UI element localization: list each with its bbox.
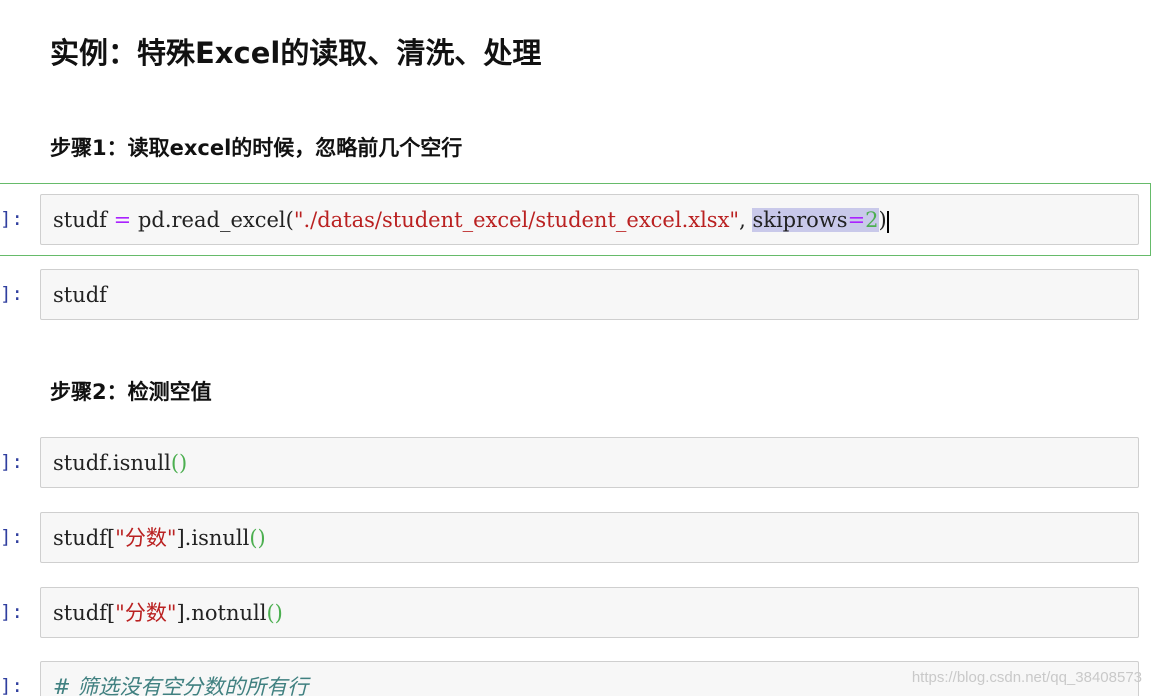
code-line[interactable]: studf.isnull() [53, 438, 187, 489]
code-cell-studf[interactable]: studf [40, 269, 1139, 320]
cell-prompt: ]: [0, 208, 23, 230]
code-text: studf[ [53, 526, 116, 550]
code-paren: () [170, 451, 188, 475]
code-cell-read-excel[interactable]: studf = pd.read_excel("./datas/student_e… [40, 194, 1139, 245]
code-string: "./datas/student_excel/student_excel.xls… [293, 208, 740, 232]
code-comment[interactable]: # 筛选没有空分数的所有行 [53, 662, 308, 696]
cell-prompt: ]: [0, 283, 23, 305]
code-paren: () [266, 601, 283, 625]
code-paren: ) [878, 208, 887, 232]
code-var: studf [53, 208, 107, 232]
code-text: ].notnull [176, 601, 267, 625]
code-string: "分数" [115, 601, 177, 625]
page-title: 实例：特殊Excel的读取、清洗、处理 [50, 36, 542, 70]
code-kw: skiprows [752, 208, 848, 232]
code-func: pd.read_excel( [137, 208, 294, 232]
code-text: studf.isnull [53, 451, 171, 475]
code-selection: skiprows=2 [752, 208, 879, 232]
watermark: https://blog.csdn.net/qq_38408573 [911, 669, 1142, 686]
text-cursor [886, 210, 889, 233]
code-line[interactable]: studf = pd.read_excel("./datas/student_e… [53, 195, 889, 246]
code-cell-isnull[interactable]: studf.isnull() [40, 437, 1139, 488]
cell-prompt: ]: [0, 451, 23, 473]
cell-prompt: ]: [0, 675, 23, 696]
code-op: = [847, 208, 866, 232]
code-line[interactable]: studf["分数"].notnull() [53, 588, 283, 639]
step2-heading: 步骤2：检测空值 [50, 380, 212, 404]
code-line[interactable]: studf["分数"].isnull() [53, 513, 266, 564]
code-cell-score-notnull[interactable]: studf["分数"].notnull() [40, 587, 1139, 638]
code-text: ].isnull [176, 526, 250, 550]
cell-prompt: ]: [0, 601, 23, 623]
code-paren: () [249, 526, 266, 550]
cell-prompt: ]: [0, 526, 23, 548]
code-num: 2 [865, 208, 879, 232]
code-text: studf[ [53, 601, 116, 625]
step1-heading: 步骤1：读取excel的时候，忽略前几个空行 [50, 136, 463, 160]
code-comma: , [739, 208, 753, 232]
code-cell-score-isnull[interactable]: studf["分数"].isnull() [40, 512, 1139, 563]
code-string: "分数" [115, 526, 177, 550]
code-op: = [113, 208, 132, 232]
code-line[interactable]: studf [53, 270, 107, 321]
